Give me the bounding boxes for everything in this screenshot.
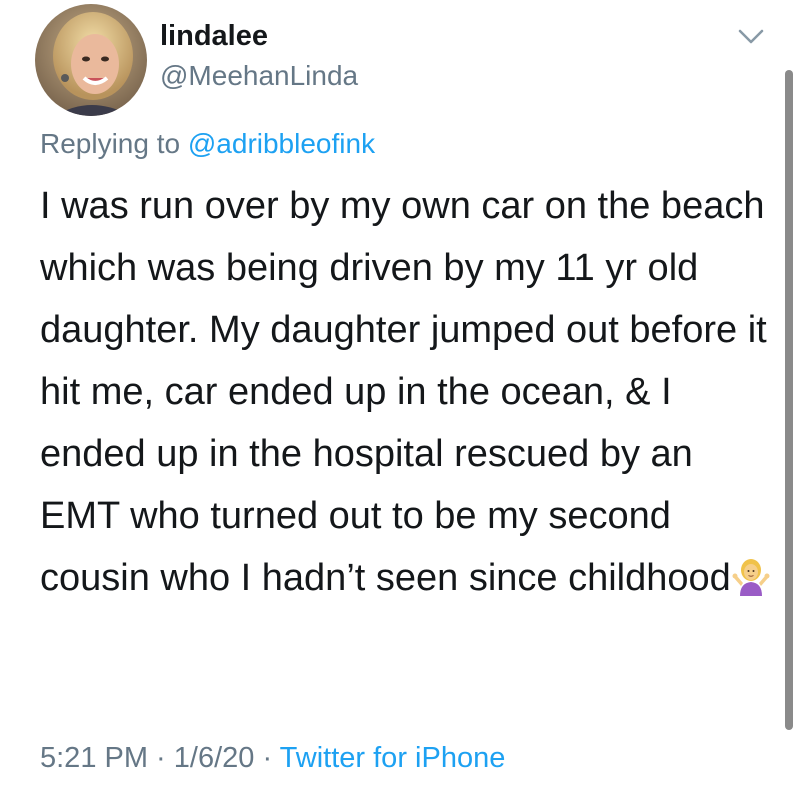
tweet-body: I was run over by my own car on the beac… [40,185,778,599]
person-shrugging-emoji [732,559,770,596]
tweet-time[interactable]: 5:21 PM [40,742,148,774]
replying-to-line: Replying to @adribbleofink [40,128,375,160]
tweet-source-link[interactable]: Twitter for iPhone [280,742,506,774]
author-handle[interactable]: @MeehanLinda [160,60,358,92]
meta-separator: · [148,742,174,774]
chevron-down-icon[interactable] [737,28,765,46]
avatar-image [35,4,147,116]
replying-to-label: Replying to [40,128,188,159]
tweet-card: lindalee @MeehanLinda Replying to @adrib… [0,0,800,794]
tweet-date[interactable]: 1/6/20 [174,742,255,774]
scrollbar[interactable] [785,70,793,730]
tweet-meta: 5:21 PM · 1/6/20 · Twitter for iPhone [40,742,505,775]
reply-mention-link[interactable]: @adribbleofink [188,128,375,159]
author-display-name[interactable]: lindalee [160,20,268,53]
meta-separator: · [254,742,280,774]
tweet-text: I was run over by my own car on the beac… [40,175,780,609]
avatar[interactable] [35,4,147,116]
